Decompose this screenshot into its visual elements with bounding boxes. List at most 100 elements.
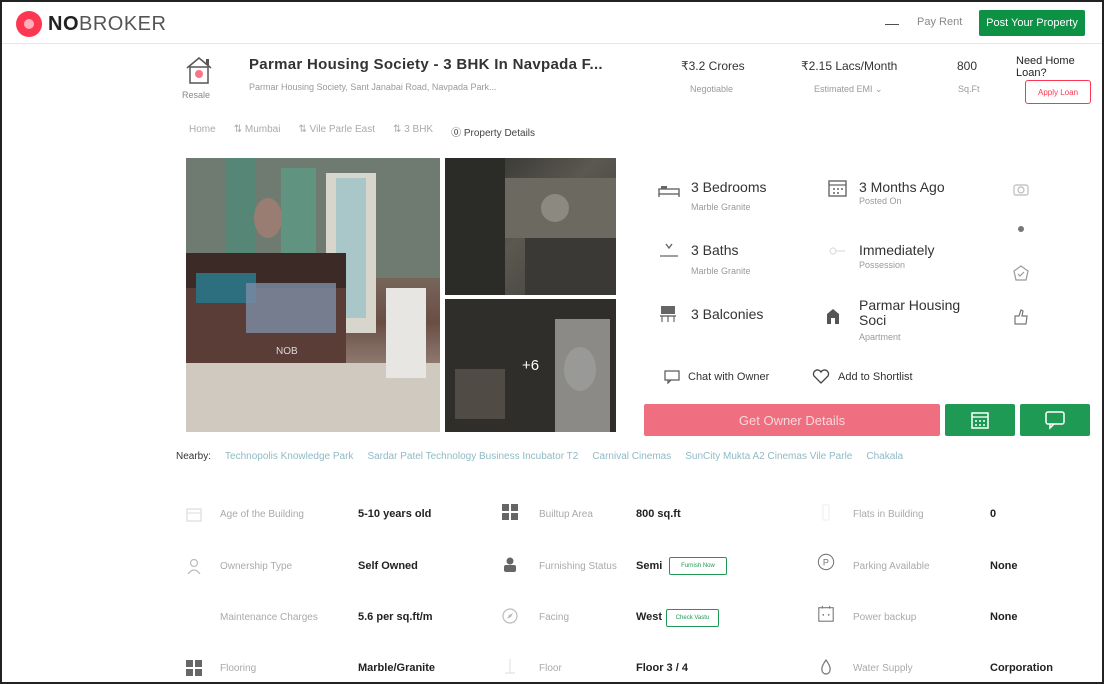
bath-icon [660, 243, 678, 257]
logo-text: NOBROKER [48, 13, 166, 36]
breadcrumb-home[interactable]: Home [189, 124, 216, 139]
detail-value: Floor 3 / 4 [636, 662, 688, 674]
kitchen-photo-illustration [445, 158, 616, 295]
logo-text-bold: NO [48, 12, 79, 35]
compass-icon [502, 608, 518, 624]
chat-with-owner-link[interactable]: Chat with Owner [664, 370, 769, 384]
svg-text:P: P [823, 558, 829, 568]
balconies-count: 3 Balconies [691, 306, 764, 322]
main-property-photo[interactable]: NOB [186, 158, 440, 432]
possession-label: Possession [859, 260, 906, 270]
logo-icon [16, 11, 42, 37]
sofa-icon [504, 557, 516, 572]
detail-value: 5.6 per sq.ft/m [358, 611, 433, 623]
breadcrumb-city[interactable]: ⇅ Mumbai [234, 124, 281, 139]
detail-value: West [636, 611, 663, 623]
nearby-item[interactable]: Carnival Cinemas [592, 451, 671, 462]
add-to-shortlist-label: Add to Shortlist [838, 371, 913, 383]
thumbs-up-icon[interactable] [1012, 308, 1030, 326]
emi-dropdown[interactable]: Estimated EMI ⌄ [814, 84, 883, 95]
flats-icon [822, 504, 830, 521]
schedule-visit-button[interactable] [945, 404, 1015, 436]
detail-label: Ownership Type [220, 561, 293, 572]
report-icon[interactable] [1012, 264, 1030, 282]
breadcrumb-locality-label: Vile Parle East [309, 124, 376, 135]
balcony-icon [660, 306, 676, 322]
chat-icon [664, 370, 680, 384]
owner-icon [187, 558, 201, 575]
breadcrumb-current: ⓪ Property Details [451, 128, 536, 139]
pay-rent-link[interactable]: Pay Rent [917, 16, 962, 28]
nearby-item[interactable]: SunCity Mukta A2 Cinemas Vile Parle [685, 451, 852, 462]
power-icon [818, 605, 834, 622]
camera-icon[interactable] [1012, 180, 1030, 198]
check-vastu-button[interactable]: Check Vastu [666, 609, 719, 627]
building-icon [827, 309, 839, 324]
nearby-item[interactable]: Chakala [866, 451, 903, 462]
apply-loan-button[interactable]: Apply Loan [1025, 80, 1091, 104]
detail-value: None [990, 560, 1018, 572]
property-title: Parmar Housing Society - 3 BHK In Navpad… [249, 56, 603, 73]
kitchen-photo[interactable] [445, 158, 616, 295]
price-negotiable: Negotiable [690, 84, 734, 94]
get-owner-details-button[interactable]: Get Owner Details [644, 404, 940, 436]
breadcrumb-locality[interactable]: ⇅ Vile Parle East [298, 124, 375, 139]
detail-value: None [990, 611, 1018, 623]
home-loan-title: Need Home Loan? [1016, 55, 1075, 79]
baths-count: 3 Baths [691, 242, 739, 258]
logo-text-rest: BROKER [79, 12, 167, 35]
detail-value: Semi [636, 560, 663, 572]
chat-bubble-icon [1045, 411, 1065, 430]
detail-label: Builtup Area [539, 509, 593, 520]
posted-on-label: Posted On [859, 196, 902, 206]
detail-value: Marble/Granite [358, 662, 436, 674]
resale-label: Resale [182, 90, 211, 100]
baths-flooring: Marble Granite [691, 266, 751, 276]
floor-icon [505, 659, 515, 674]
detail-value: 5-10 years old [358, 508, 432, 520]
breadcrumb-bhk[interactable]: ⇅ 3 BHK [393, 124, 433, 139]
nearby-item[interactable]: Technopolis Knowledge Park [225, 451, 353, 462]
bed-icon [658, 186, 680, 197]
posted-on-value: 3 Months Ago [859, 179, 945, 195]
detail-label: Power backup [853, 612, 917, 623]
detail-value: Self Owned [358, 560, 418, 572]
nobroker-logo[interactable]: NOBROKER [16, 11, 166, 37]
key-icon [829, 247, 845, 255]
detail-label: Flats in Building [853, 509, 924, 520]
post-property-button[interactable]: Post Your Property [979, 10, 1085, 36]
breadcrumb: Home ⇅ Mumbai ⇅ Vile Parle East ⇅ 3 BHK … [189, 124, 535, 139]
building-name: Parmar Housing Soci [859, 297, 961, 328]
calendar-icon [828, 180, 847, 197]
nearby-places: Nearby: Technopolis Knowledge Park Sarda… [176, 451, 903, 462]
detail-value: Corporation [990, 662, 1053, 674]
heart-icon [812, 369, 830, 384]
detail-label: Floor [539, 663, 562, 674]
bedrooms-flooring: Marble Granite [691, 202, 751, 212]
breadcrumb-bhk-label: 3 BHK [404, 124, 434, 135]
top-navigation-bar: NOBROKER — Pay Rent Post Your Property [2, 2, 1102, 44]
area-unit: Sq.Ft [958, 84, 980, 94]
detail-label: Parking Available [853, 561, 930, 572]
nearby-label: Nearby: [176, 451, 212, 462]
add-to-shortlist-link[interactable]: Add to Shortlist [812, 369, 913, 385]
home-resale-icon [186, 57, 212, 84]
more-photos-overlay[interactable]: +6 [445, 299, 616, 432]
water-icon [821, 658, 831, 675]
chat-button[interactable] [1020, 404, 1090, 436]
grid-icon [502, 504, 518, 520]
nearby-item[interactable]: Sardar Patel Technology Business Incubat… [367, 451, 578, 462]
parking-icon: P [817, 553, 835, 571]
building-age-icon [186, 508, 202, 522]
detail-label: Facing [539, 612, 570, 623]
photo-watermark: NOB [276, 346, 298, 357]
bathroom-photo[interactable]: +6 [445, 299, 616, 432]
property-address: Parmar Housing Society, Sant Janabai Roa… [249, 82, 497, 92]
flooring-icon [186, 660, 202, 676]
detail-label: Flooring [220, 663, 257, 674]
pin-icon[interactable] [1012, 220, 1030, 238]
detail-label: Furnishing Status [539, 561, 617, 572]
furnish-now-button[interactable]: Furnish Now [669, 557, 727, 575]
possession-value: Immediately [859, 242, 935, 258]
detail-label: Water Supply [853, 663, 913, 674]
